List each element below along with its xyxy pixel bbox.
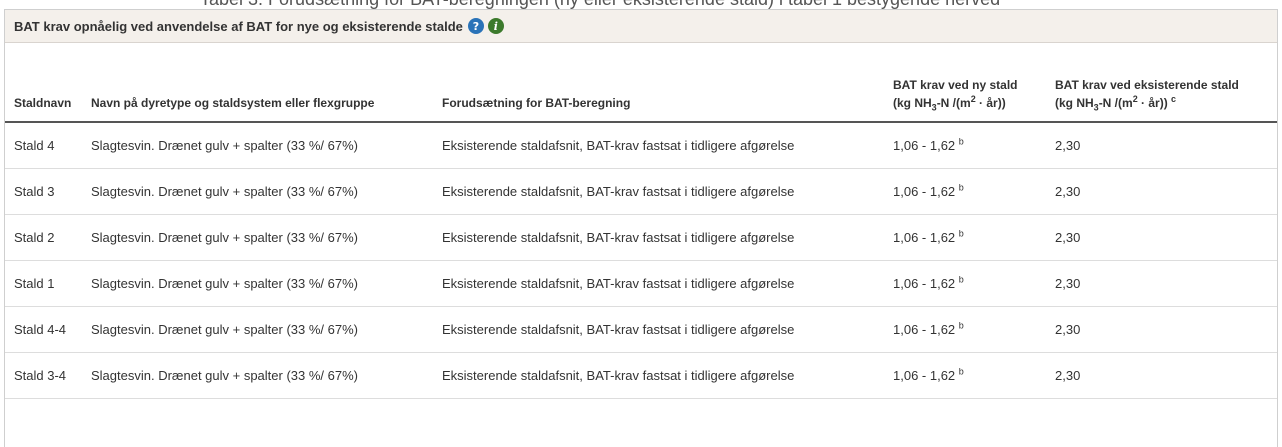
cell-bat-eksisterende: 2,30 [1055,214,1277,261]
cell-bat-ny: 1,06 - 1,62 b [893,122,1055,169]
bat-eks-footnote: c [1171,94,1177,104]
bat-panel: BAT krav opnåelig ved anvendelse af BAT … [4,9,1278,447]
table-row: Stald 4 Slagtesvin. Drænet gulv + spalte… [5,122,1277,169]
cell-dyretype: Slagtesvin. Drænet gulv + spalter (33 %/… [91,260,442,307]
cell-forudsaetning: Eksisterende staldafsnit, BAT-krav fasts… [442,214,893,261]
cell-dyretype: Slagtesvin. Drænet gulv + spalter (33 %/… [91,214,442,261]
cell-bat-ny: 1,06 - 1,62 b [893,306,1055,353]
bat-ny-unit-c: · år)) [975,96,1006,110]
table-header-row: Staldnavn Navn på dyretype og staldsyste… [5,43,1277,123]
column-header-bat-eksisterende: BAT krav ved eksisterende stald (kg NH3-… [1055,43,1277,123]
bat-ny-line1: BAT krav ved ny stald [893,78,1018,92]
cell-staldnavn: Stald 2 [5,214,91,261]
cell-bat-ny: 1,06 - 1,62 b [893,168,1055,215]
cell-forudsaetning: Eksisterende staldafsnit, BAT-krav fasts… [442,168,893,215]
cell-dyretype: Slagtesvin. Drænet gulv + spalter (33 %/… [91,168,442,215]
bat-ny-value: 1,06 - 1,62 [893,321,959,337]
bat-eks-unit-b: -N /(m [1098,96,1133,110]
column-header-dyretype: Navn på dyretype og staldsystem eller fl… [91,43,442,123]
info-icon[interactable]: i [487,18,504,34]
cell-forudsaetning: Eksisterende staldafsnit, BAT-krav fasts… [442,306,893,353]
bat-table: Staldnavn Navn på dyretype og staldsyste… [5,43,1277,399]
cell-forudsaetning: Eksisterende staldafsnit, BAT-krav fasts… [442,122,893,169]
cell-dyretype: Slagtesvin. Drænet gulv + spalter (33 %/… [91,306,442,353]
cell-bat-eksisterende: 2,30 [1055,352,1277,399]
table-row: Stald 3 Slagtesvin. Drænet gulv + spalte… [5,168,1277,215]
cell-bat-eksisterende: 2,30 [1055,168,1277,215]
table-row: Stald 3-4 Slagtesvin. Drænet gulv + spal… [5,352,1277,399]
table-row: Stald 4-4 Slagtesvin. Drænet gulv + spal… [5,306,1277,353]
column-header-staldnavn: Staldnavn [5,43,91,123]
cell-staldnavn: Stald 3-4 [5,352,91,399]
bat-ny-unit-b: -N /(m [936,96,971,110]
cell-bat-eksisterende: 2,30 [1055,260,1277,307]
bat-ny-footnote: b [958,182,964,193]
bat-ny-value: 1,06 - 1,62 [893,137,959,153]
bat-ny-value: 1,06 - 1,62 [893,229,959,245]
bat-ny-footnote: b [958,274,964,285]
panel-header: BAT krav opnåelig ved anvendelse af BAT … [5,10,1277,43]
cell-staldnavn: Stald 4 [5,122,91,169]
cell-bat-ny: 1,06 - 1,62 b [893,260,1055,307]
cell-bat-ny: 1,06 - 1,62 b [893,352,1055,399]
table-row: Stald 2 Slagtesvin. Drænet gulv + spalte… [5,214,1277,261]
table-row: Stald 1 Slagtesvin. Drænet gulv + spalte… [5,260,1277,307]
bat-eks-unit-a: (kg NH [1055,96,1094,110]
bat-eks-line1: BAT krav ved eksisterende stald [1055,78,1239,92]
bat-ny-unit-a: (kg NH [893,96,932,110]
bat-eks-unit-c: · år)) [1137,96,1172,110]
bat-ny-value: 1,06 - 1,62 [893,183,959,199]
panel-title: BAT krav opnåelig ved anvendelse af BAT … [14,18,463,34]
cropped-caption-fragment: Tabel 3. Forudsætning for BAT-beregninge… [0,0,1282,9]
cell-dyretype: Slagtesvin. Drænet gulv + spalter (33 %/… [91,352,442,399]
cell-staldnavn: Stald 1 [5,260,91,307]
cell-bat-ny: 1,06 - 1,62 b [893,214,1055,261]
bat-ny-footnote: b [958,136,964,147]
cell-bat-eksisterende: 2,30 [1055,122,1277,169]
bat-ny-footnote: b [958,366,964,377]
column-header-bat-ny: BAT krav ved ny stald (kg NH3-N /(m2 · å… [893,43,1055,123]
cell-dyretype: Slagtesvin. Drænet gulv + spalter (33 %/… [91,122,442,169]
bat-ny-value: 1,06 - 1,62 [893,275,959,291]
cell-forudsaetning: Eksisterende staldafsnit, BAT-krav fasts… [442,260,893,307]
cell-staldnavn: Stald 4-4 [5,306,91,353]
cell-forudsaetning: Eksisterende staldafsnit, BAT-krav fasts… [442,352,893,399]
cell-staldnavn: Stald 3 [5,168,91,215]
caption-text: Tabel 3. Forudsætning for BAT-beregninge… [200,0,1000,9]
bat-ny-footnote: b [958,228,964,239]
bat-ny-value: 1,06 - 1,62 [893,367,959,383]
question-help-icon[interactable]: ? [467,18,484,34]
column-header-forudsaetning: Forudsætning for BAT-beregning [442,43,893,123]
cell-bat-eksisterende: 2,30 [1055,306,1277,353]
bat-ny-footnote: b [958,320,964,331]
